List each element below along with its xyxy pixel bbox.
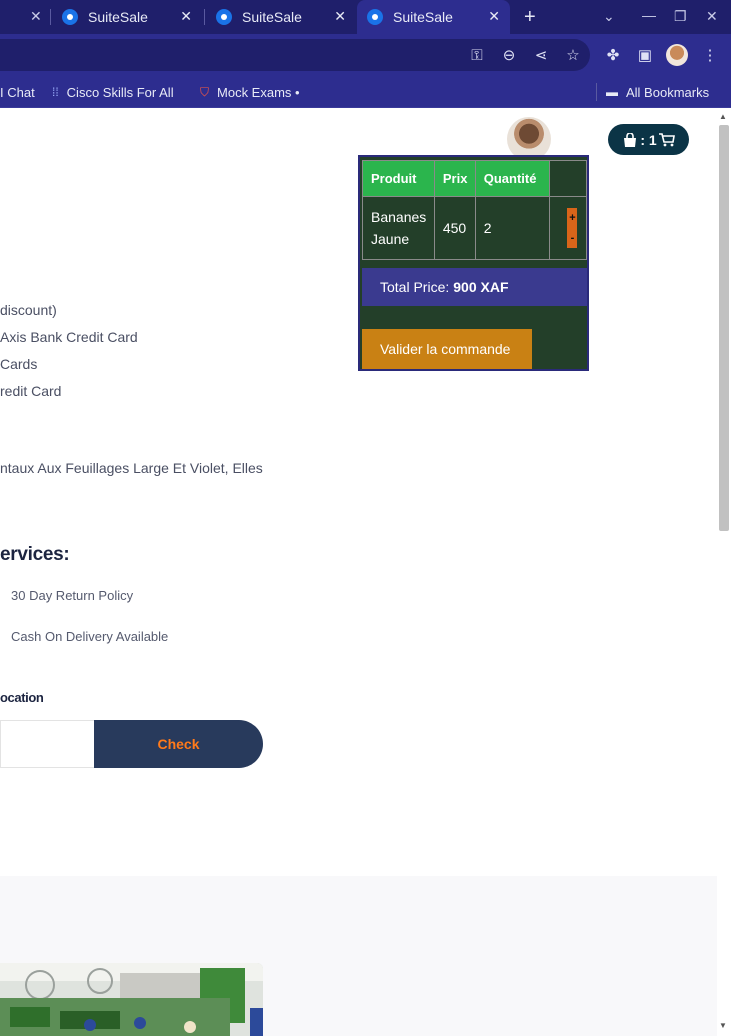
- offer-line: redit Card: [0, 383, 62, 399]
- location-input[interactable]: [0, 720, 100, 768]
- cart-item-price: 450: [433, 196, 476, 260]
- tab-suitesale-2[interactable]: SuiteSale ✕: [206, 0, 356, 34]
- cisco-logo-icon: ⁞⁞: [52, 85, 59, 99]
- tab-title: SuiteSale: [242, 9, 302, 25]
- scroll-down-arrow-icon[interactable]: ▼: [719, 1021, 727, 1030]
- close-icon[interactable]: ✕: [334, 8, 346, 25]
- bookmark-cisco-skills[interactable]: ⁞⁞ Cisco Skills For All: [52, 76, 174, 108]
- new-tab-icon[interactable]: +: [524, 6, 536, 29]
- cart-item-actions: + -: [549, 196, 587, 260]
- menu-kebab-icon[interactable]: ⋮: [698, 34, 722, 76]
- suitesale-favicon-icon: [216, 9, 232, 25]
- bookmarks-separator: [596, 83, 597, 101]
- browser-tab-bar: ✕ SuiteSale ✕ SuiteSale ✕ SuiteSale ✕ + …: [0, 0, 731, 34]
- service-cash-on-delivery: Cash On Delivery Available: [11, 629, 169, 644]
- suitesale-favicon-icon: [62, 9, 78, 25]
- shopping-bag-icon: [624, 132, 637, 147]
- cart-total-bar: Total Price: 900 XAF: [362, 268, 587, 306]
- restore-icon[interactable]: ❐: [674, 8, 687, 25]
- bookmark-label: Cisco Skills For All: [66, 84, 174, 100]
- bookmark-ichat[interactable]: I Chat: [0, 76, 35, 108]
- cart-count: : 1: [640, 131, 657, 148]
- total-price-label: Total Price:: [380, 279, 450, 295]
- folder-icon: ▬: [606, 85, 618, 99]
- browser-toolbar: ⚿ ⊖ ⋖ ☆ ✤ ▣ ⋮: [0, 34, 731, 76]
- tab-title: SuiteSale: [393, 9, 453, 25]
- bookmark-label: I Chat: [0, 84, 35, 100]
- all-bookmarks-label: All Bookmarks: [626, 84, 710, 100]
- tab-separator: [204, 9, 205, 25]
- cart-item-row: Bananes Jaune 450 2 + -: [362, 196, 587, 260]
- offer-line: Axis Bank Credit Card: [0, 329, 138, 345]
- close-icon[interactable]: ✕: [488, 8, 500, 25]
- scroll-up-arrow-icon[interactable]: ▲: [719, 112, 727, 121]
- column-header-produit: Produit: [362, 160, 435, 197]
- bookmark-label: Mock Exams •: [217, 84, 300, 100]
- service-return-policy: 30 Day Return Policy: [11, 588, 134, 603]
- column-header-actions: [549, 160, 587, 197]
- page-scrollbar-thumb[interactable]: [719, 125, 729, 531]
- cart-table: Produit Prix Quantité Bananes Jaune 450 …: [362, 160, 587, 260]
- shield-icon: ⛉: [200, 84, 210, 99]
- tab-suitesale-1[interactable]: SuiteSale ✕: [52, 0, 202, 34]
- warehouse-photo-illustration: [0, 963, 263, 1036]
- column-header-quantite: Quantité: [474, 160, 551, 197]
- cart-dropdown-panel: Produit Prix Quantité Bananes Jaune 450 …: [358, 155, 589, 371]
- cart-item-quantity: 2: [474, 196, 551, 260]
- bookmark-mock-exams[interactable]: ⛉ Mock Exams •: [200, 76, 300, 108]
- zoom-out-icon[interactable]: ⊖: [497, 34, 521, 76]
- minimize-icon[interactable]: —: [642, 7, 656, 23]
- column-header-prix: Prix: [433, 160, 476, 197]
- key-icon[interactable]: ⚿: [465, 34, 489, 76]
- cart-table-header-row: Produit Prix Quantité: [362, 160, 587, 197]
- bookmarks-bar: I Chat ⁞⁞ Cisco Skills For All ⛉ Mock Ex…: [0, 76, 731, 108]
- all-bookmarks[interactable]: ▬ All Bookmarks: [606, 76, 709, 108]
- warehouse-photo: [0, 963, 263, 1036]
- browser-profile-avatar[interactable]: [666, 44, 688, 66]
- side-panel-icon[interactable]: ▣: [633, 34, 657, 76]
- suitesale-favicon-icon: [367, 9, 383, 25]
- location-label: ocation: [0, 690, 44, 705]
- cart-item-name: Bananes Jaune: [362, 196, 435, 260]
- share-icon[interactable]: ⋖: [529, 34, 553, 76]
- tab-search-chevron-icon[interactable]: ⌄: [603, 8, 615, 25]
- extensions-puzzle-icon[interactable]: ✤: [601, 34, 625, 76]
- close-icon[interactable]: ✕: [180, 8, 192, 25]
- decrease-quantity-button[interactable]: -: [567, 228, 578, 248]
- tab-separator: [50, 9, 51, 25]
- increase-quantity-button[interactable]: +: [567, 208, 578, 228]
- window-close-icon[interactable]: ✕: [706, 8, 718, 25]
- check-button[interactable]: Check: [94, 720, 263, 768]
- total-price-value: 900 XAF: [453, 279, 509, 295]
- bookmark-star-icon[interactable]: ☆: [561, 34, 585, 76]
- tab-title: SuiteSale: [88, 9, 148, 25]
- tab-suitesale-active[interactable]: SuiteSale ✕: [357, 0, 510, 34]
- close-icon[interactable]: ✕: [30, 8, 42, 25]
- validate-order-button[interactable]: Valider la commande: [362, 329, 532, 369]
- quantity-stepper: + -: [550, 197, 586, 259]
- services-heading: ervices:: [0, 544, 70, 565]
- offer-line: Cards: [0, 356, 38, 372]
- offer-line: discount): [0, 302, 57, 318]
- product-description: ntaux Aux Feuillages Large Et Violet, El…: [0, 460, 263, 476]
- cart-icon: [658, 132, 675, 146]
- cart-badge-button[interactable]: : 1: [608, 124, 689, 155]
